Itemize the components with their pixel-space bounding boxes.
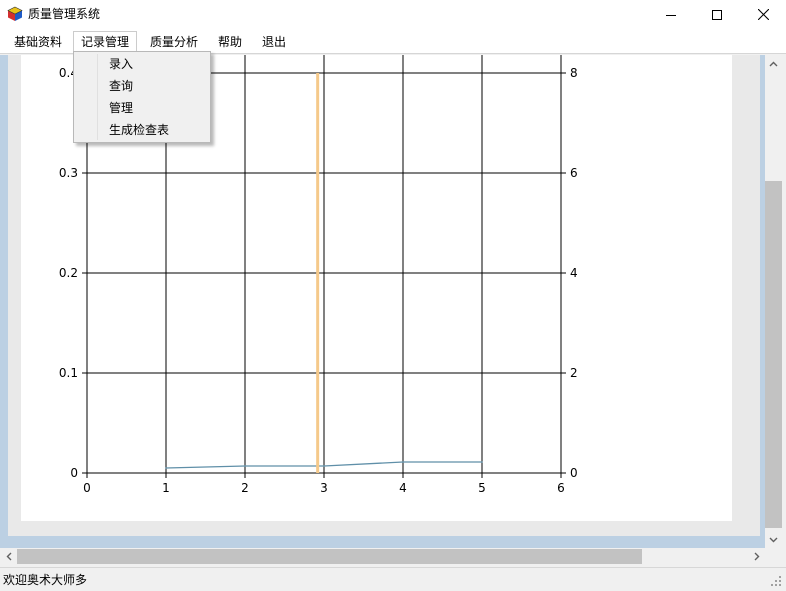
y2-tick-label: 4 xyxy=(570,266,578,280)
chevron-right-icon xyxy=(754,552,759,561)
menu-item-generate-checklist[interactable]: 生成检查表 xyxy=(109,119,169,141)
y2-tick-label: 8 xyxy=(570,66,578,80)
horizontal-scrollbar[interactable] xyxy=(0,548,765,565)
line-point xyxy=(165,467,167,469)
y2-tick-label: 0 xyxy=(570,466,578,480)
menu-quality-analysis[interactable]: 质量分析 xyxy=(143,31,205,53)
chevron-up-icon xyxy=(769,61,778,66)
menu-gutter xyxy=(76,54,98,140)
title-bar[interactable]: 质量管理系统 xyxy=(0,0,786,29)
scroll-down-button[interactable] xyxy=(765,531,782,548)
y-tick-label: 0.3 xyxy=(59,166,78,180)
x-tick-label: 3 xyxy=(320,481,328,495)
line-point xyxy=(402,461,404,463)
maximize-icon xyxy=(712,9,722,20)
main-window: 质量管理系统 基础资料 记录管理 质量分析 帮助 退出 0 1 2 3 4 5 6 0 0.1 0… xyxy=(0,0,786,591)
chevron-left-icon xyxy=(6,552,11,561)
scrollbar-corner xyxy=(765,548,782,565)
minimize-button[interactable] xyxy=(648,0,694,29)
maximize-button[interactable] xyxy=(694,0,740,29)
minimize-icon xyxy=(666,14,676,16)
bar-mark xyxy=(316,73,320,473)
x-tick-label: 5 xyxy=(478,481,486,495)
app-cube-icon xyxy=(7,6,23,21)
x-tick-label: 4 xyxy=(399,481,407,495)
line-point xyxy=(323,465,325,467)
scroll-up-button[interactable] xyxy=(765,55,782,72)
line-point xyxy=(481,461,483,463)
status-bar: 欢迎奥术大师多 xyxy=(0,567,786,591)
menu-exit[interactable]: 退出 xyxy=(255,31,293,53)
menu-help[interactable]: 帮助 xyxy=(211,31,249,53)
x-tick-label: 6 xyxy=(557,481,565,495)
y2-tick-label: 6 xyxy=(570,166,578,180)
x-tick-label: 2 xyxy=(241,481,249,495)
horizontal-scroll-thumb[interactable] xyxy=(17,549,642,564)
menu-record-management[interactable]: 记录管理 xyxy=(73,31,138,53)
x-tick-label: 0 xyxy=(83,481,91,495)
chevron-down-icon xyxy=(769,537,778,542)
menu-basic-data[interactable]: 基础资料 xyxy=(7,31,69,53)
record-management-dropdown: 录入 查询 管理 生成检查表 xyxy=(73,51,211,143)
window-title: 质量管理系统 xyxy=(28,7,101,21)
status-text: 欢迎奥术大师多 xyxy=(3,573,88,587)
menu-item-entry[interactable]: 录入 xyxy=(109,53,133,75)
menu-item-manage[interactable]: 管理 xyxy=(109,97,133,119)
y-tick-label: 0 xyxy=(70,466,78,480)
y-tick-label: 0.1 xyxy=(59,366,78,380)
line-point xyxy=(244,465,246,467)
scroll-left-button[interactable] xyxy=(0,548,17,565)
close-button[interactable] xyxy=(740,0,786,29)
scroll-right-button[interactable] xyxy=(748,548,765,565)
x-tick-label: 1 xyxy=(162,481,170,495)
vertical-scrollbar[interactable] xyxy=(765,55,782,548)
y-tick-label: 0.2 xyxy=(59,266,78,280)
resize-grip-icon[interactable] xyxy=(770,575,782,587)
vertical-scroll-thumb[interactable] xyxy=(765,181,782,528)
menu-item-query[interactable]: 查询 xyxy=(109,75,133,97)
close-icon xyxy=(757,9,769,20)
y2-tick-label: 2 xyxy=(570,366,578,380)
